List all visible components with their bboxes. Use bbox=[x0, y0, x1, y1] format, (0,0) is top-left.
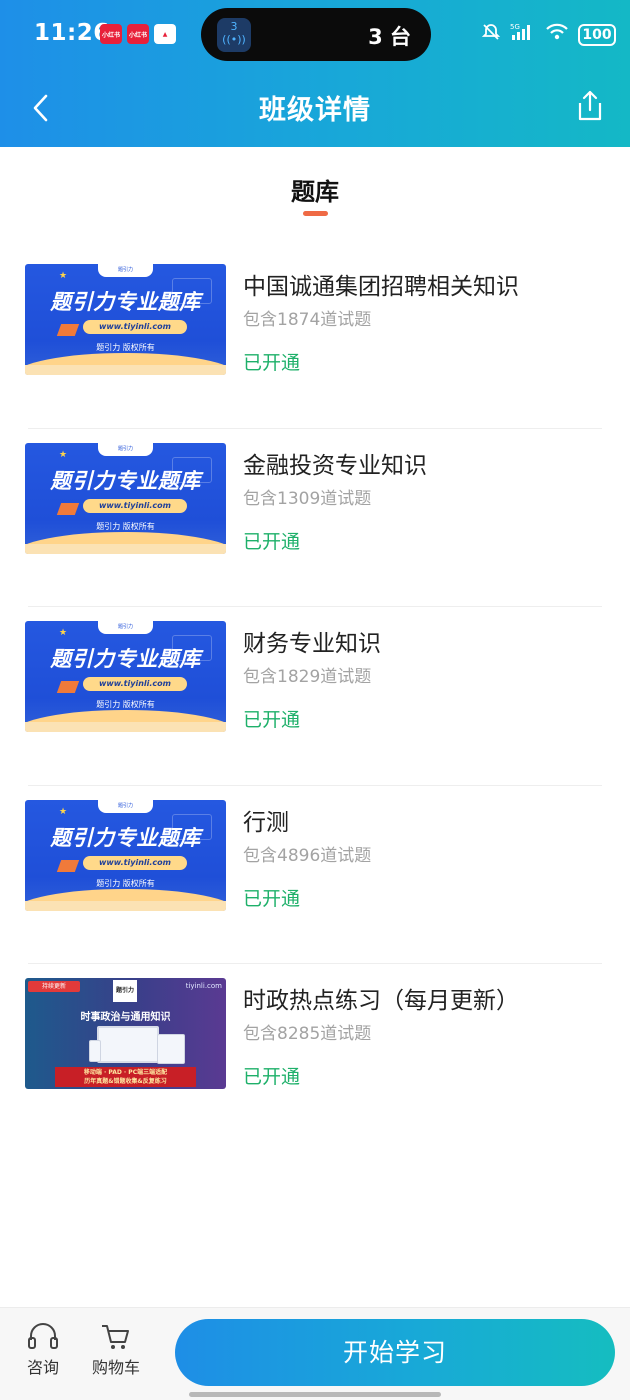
signal-icon: 5G bbox=[510, 22, 536, 48]
navigation-bar: 班级详情 bbox=[0, 68, 630, 147]
consult-button[interactable]: 咨询 bbox=[26, 1322, 60, 1378]
course-thumbnail: 题引力 ★ 题引力专业题库 www.tiyinli.com 题引力 版权所有 bbox=[25, 264, 226, 375]
item-count: 包含1874道试题 bbox=[243, 310, 372, 330]
course-thumbnail: 持续更新 题引力 tiyinli.com 时事政治与通用知识 移动端 · PAD… bbox=[25, 978, 226, 1089]
section-title: 题库 bbox=[291, 178, 339, 206]
item-title: 金融投资专业知识 bbox=[243, 452, 427, 479]
status-badge: 已开通 bbox=[243, 887, 301, 910]
battery-icon: 100 bbox=[578, 24, 616, 46]
share-icon bbox=[578, 90, 602, 121]
page-title: 班级详情 bbox=[259, 95, 371, 126]
item-title: 中国诚通集团招聘相关知识 bbox=[243, 274, 519, 300]
list-item[interactable]: 题引力 ★ 题引力专业题库 www.tiyinli.com 题引力 版权所有 中… bbox=[0, 250, 630, 429]
cart-button[interactable]: 购物车 bbox=[92, 1322, 140, 1378]
island-text: 3 台 bbox=[368, 25, 411, 49]
mute-bell-icon bbox=[481, 22, 501, 48]
list-item[interactable]: 题引力 ★ 题引力专业题库 www.tiyinli.com 题引力 版权所有 行… bbox=[0, 786, 630, 964]
home-indicator[interactable] bbox=[189, 1392, 441, 1397]
status-badge: 已开通 bbox=[243, 530, 301, 553]
list-item[interactable]: 题引力 ★ 题引力专业题库 www.tiyinli.com 题引力 版权所有 财… bbox=[0, 607, 630, 786]
app-notification-icon: 小红书 bbox=[127, 24, 149, 44]
system-icons: 5G 100 bbox=[481, 22, 616, 48]
wifi-icon bbox=[545, 22, 569, 48]
item-title: 时政热点练习（每月更新） bbox=[243, 988, 519, 1014]
status-badge: 已开通 bbox=[243, 352, 301, 374]
item-count: 包含8285道试题 bbox=[243, 1024, 372, 1044]
svg-text:5G: 5G bbox=[510, 23, 520, 31]
app-notification-icon: 小红书 bbox=[100, 24, 122, 44]
dynamic-island[interactable]: 3 ((•)) 3 台 bbox=[201, 8, 431, 61]
start-learning-button[interactable]: 开始学习 bbox=[175, 1319, 615, 1386]
consult-label: 咨询 bbox=[26, 1358, 59, 1377]
item-title: 行测 bbox=[243, 809, 289, 836]
course-thumbnail: 题引力 ★ 题引力专业题库 www.tiyinli.com 题引力 版权所有 bbox=[25, 442, 226, 554]
item-title: 财务专业知识 bbox=[243, 631, 381, 657]
header: 11:26 小红书 小红书 ▲ 3 ((•)) 3 台 5G 100 班级详情 bbox=[0, 0, 630, 147]
status-time: 11:26 bbox=[34, 20, 110, 46]
list-item[interactable]: 题引力 ★ 题引力专业题库 www.tiyinli.com 题引力 版权所有 金… bbox=[0, 429, 630, 607]
share-button[interactable] bbox=[570, 86, 610, 126]
status-badge: 已开通 bbox=[243, 1066, 301, 1088]
section-underline bbox=[303, 211, 328, 216]
headset-icon bbox=[28, 1323, 58, 1349]
course-thumbnail: 题引力 ★ 题引力专业题库 www.tiyinli.com 题引力 版权所有 bbox=[25, 621, 226, 732]
list-item[interactable]: 持续更新 题引力 tiyinli.com 时事政治与通用知识 移动端 · PAD… bbox=[0, 964, 630, 1143]
broadcast-icon: 3 ((•)) bbox=[217, 18, 251, 52]
bottom-action-bar: 咨询 购物车 开始学习 bbox=[0, 1307, 630, 1400]
item-count: 包含1309道试题 bbox=[243, 488, 372, 509]
cart-label: 购物车 bbox=[92, 1358, 141, 1377]
app-notification-icon: ▲ bbox=[154, 24, 176, 44]
item-count: 包含1829道试题 bbox=[243, 667, 372, 687]
question-bank-list: 题引力 ★ 题引力专业题库 www.tiyinli.com 题引力 版权所有 中… bbox=[0, 250, 630, 1143]
status-bar: 11:26 小红书 小红书 ▲ 3 ((•)) 3 台 5G 100 bbox=[0, 0, 630, 68]
cart-icon bbox=[102, 1325, 129, 1349]
notification-icons: 小红书 小红书 ▲ bbox=[100, 24, 176, 44]
course-thumbnail: 题引力 ★ 题引力专业题库 www.tiyinli.com 题引力 版权所有 bbox=[25, 799, 226, 911]
item-count: 包含4896道试题 bbox=[243, 845, 372, 866]
status-badge: 已开通 bbox=[243, 709, 301, 731]
